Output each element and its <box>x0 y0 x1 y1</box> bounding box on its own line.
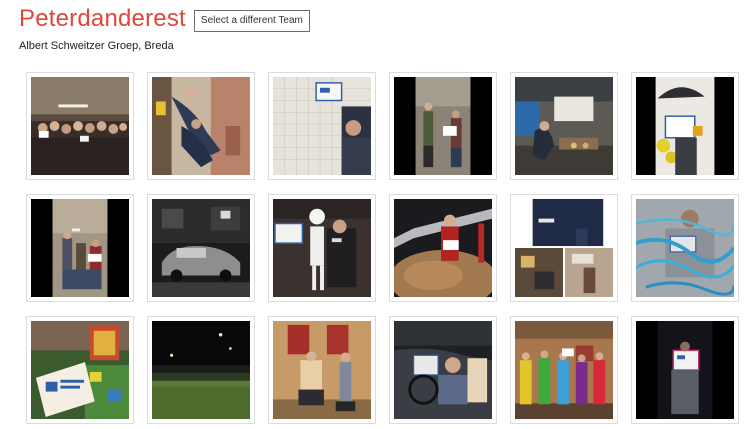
group-photo <box>31 77 129 175</box>
gallery-tile[interactable] <box>631 194 739 302</box>
gallery-tile[interactable] <box>510 72 618 180</box>
team-header: Peterdanderest Select a different Team <box>19 4 310 34</box>
gallery-tile[interactable] <box>268 72 376 180</box>
gallery-tile[interactable] <box>510 194 618 302</box>
gallery-tile[interactable] <box>147 316 255 424</box>
person-with-umbrella-photo <box>636 77 734 175</box>
people-climbing-photo <box>152 77 250 175</box>
people-in-car-photo <box>394 321 492 419</box>
people-in-costumes-photo <box>515 321 613 419</box>
people-with-chairs-photo <box>273 321 371 419</box>
gallery-tile[interactable] <box>26 316 134 424</box>
gallery-tile[interactable] <box>147 194 255 302</box>
person-holding-sign-photo <box>394 77 492 175</box>
skeleton-costume-photo <box>273 199 371 297</box>
organization-name: Albert Schweitzer Groep, Breda <box>19 40 174 52</box>
gallery-tile[interactable] <box>268 194 376 302</box>
gallery-tile[interactable] <box>389 72 497 180</box>
gallery-tile[interactable] <box>631 316 739 424</box>
select-team-button[interactable]: Select a different Team <box>193 9 310 32</box>
people-posing-photo <box>31 199 129 297</box>
gallery-tile[interactable] <box>631 72 739 180</box>
game-board-photo <box>31 321 129 419</box>
gallery-tile[interactable] <box>26 194 134 302</box>
team-title: Peterdanderest <box>19 5 186 32</box>
gallery-tile[interactable] <box>389 194 497 302</box>
gallery-tile[interactable] <box>268 316 376 424</box>
dark-sign-photo <box>636 321 734 419</box>
collage-photo <box>515 199 613 297</box>
person-in-sand-photo <box>394 199 492 297</box>
gallery-tile[interactable] <box>26 72 134 180</box>
gallery-tile[interactable] <box>389 316 497 424</box>
photo-gallery <box>26 72 739 424</box>
gallery-tile[interactable] <box>147 72 255 180</box>
people-on-floor-photo <box>515 77 613 175</box>
gallery-tile[interactable] <box>510 316 618 424</box>
car-night-photo <box>152 199 250 297</box>
dark-field-photo <box>152 321 250 419</box>
person-holding-sign-photo <box>273 77 371 175</box>
page: Peterdanderest Select a different Team A… <box>0 0 750 429</box>
person-behind-plastic-photo <box>636 199 734 297</box>
